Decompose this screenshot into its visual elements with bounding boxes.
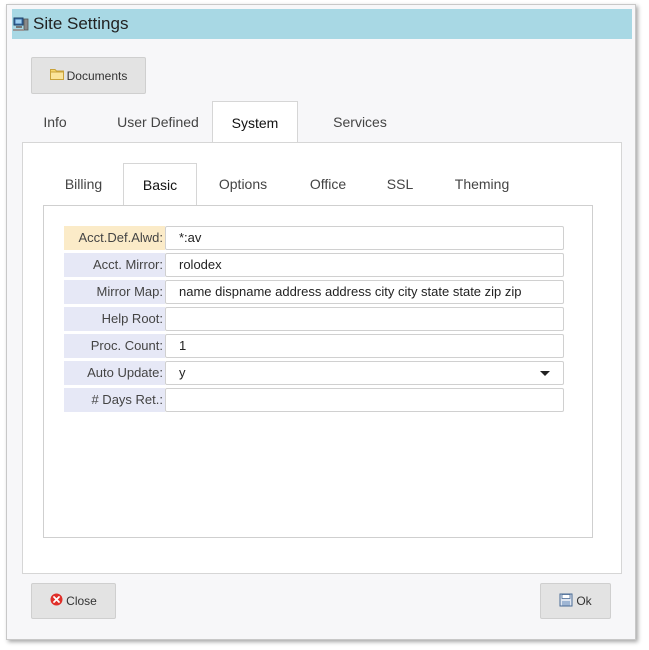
documents-button-label: Documents — [66, 68, 128, 83]
acct-mirror-input[interactable]: rolodex — [165, 253, 564, 277]
auto-update-value: y — [179, 365, 186, 380]
tab-services[interactable]: Services — [310, 101, 410, 143]
subtab-billing[interactable]: Billing — [50, 163, 117, 205]
subtab-billing-label: Billing — [64, 176, 103, 192]
field-row-days-ret: # Days Ret.: — [64, 388, 564, 412]
subtab-ssl[interactable]: SSL — [373, 163, 427, 205]
field-label: Proc. Count: — [64, 334, 165, 358]
subtab-basic-label: Basic — [142, 176, 178, 193]
acct-def-alwd-input[interactable]: *:av — [165, 226, 564, 250]
title-bar: Site Settings — [12, 9, 632, 39]
subtab-office[interactable]: Office — [293, 163, 363, 205]
site-settings-window: Site Settings Documents Info User Define… — [6, 4, 636, 640]
subtab-options[interactable]: Options — [205, 163, 281, 205]
basic-panel: Acct.Def.Alwd: *:av Acct. Mirror: rolode… — [43, 205, 593, 538]
close-icon — [50, 593, 63, 609]
field-label: Auto Update: — [64, 361, 165, 385]
tab-user-defined-label: User Defined — [117, 114, 199, 130]
field-row-help-root: Help Root: — [64, 307, 564, 331]
subtab-theming-label: Theming — [454, 176, 510, 192]
close-button-label: Close — [66, 594, 97, 608]
tab-user-defined[interactable]: User Defined — [97, 101, 219, 143]
close-button[interactable]: Close — [31, 583, 116, 619]
help-root-input[interactable] — [165, 307, 564, 331]
documents-button[interactable]: Documents — [31, 57, 146, 94]
caret-down-icon — [540, 371, 550, 376]
field-row-acct-mirror: Acct. Mirror: rolodex — [64, 253, 564, 277]
mirror-map-input[interactable]: name dispname address address city city … — [165, 280, 564, 304]
field-row-mirror-map: Mirror Map: name dispname address addres… — [64, 280, 564, 304]
field-row-proc-count: Proc. Count: 1 — [64, 334, 564, 358]
subtab-options-label: Options — [218, 176, 268, 192]
tab-system-label: System — [231, 114, 279, 131]
field-label: # Days Ret.: — [64, 388, 165, 412]
ok-button[interactable]: Ok — [540, 583, 611, 619]
tab-info[interactable]: Info — [23, 101, 87, 143]
subtab-basic[interactable]: Basic — [123, 163, 197, 205]
folder-icon — [49, 68, 64, 83]
subtab-ssl-label: SSL — [386, 176, 414, 192]
system-panel: Billing Basic Options Office SSL Theming… — [22, 142, 622, 574]
field-row-auto-update: Auto Update: y — [64, 361, 564, 385]
field-label: Acct. Mirror: — [64, 253, 165, 277]
field-label: Mirror Map: — [64, 280, 165, 304]
auto-update-select[interactable]: y — [165, 361, 564, 385]
proc-count-input[interactable]: 1 — [165, 334, 564, 358]
field-label: Acct.Def.Alwd: — [64, 226, 165, 250]
field-label: Help Root: — [64, 307, 165, 331]
tab-system[interactable]: System — [212, 101, 298, 143]
window-title: Site Settings — [33, 14, 129, 33]
subtab-office-label: Office — [309, 176, 347, 192]
subtab-theming[interactable]: Theming — [439, 163, 525, 205]
tab-services-label: Services — [333, 114, 387, 130]
computer-icon — [13, 16, 29, 32]
ok-button-label: Ok — [576, 594, 592, 608]
tab-info-label: Info — [43, 114, 67, 130]
save-icon — [559, 593, 573, 610]
days-ret-input[interactable] — [165, 388, 564, 412]
field-row-acct-def-alwd: Acct.Def.Alwd: *:av — [64, 226, 564, 250]
